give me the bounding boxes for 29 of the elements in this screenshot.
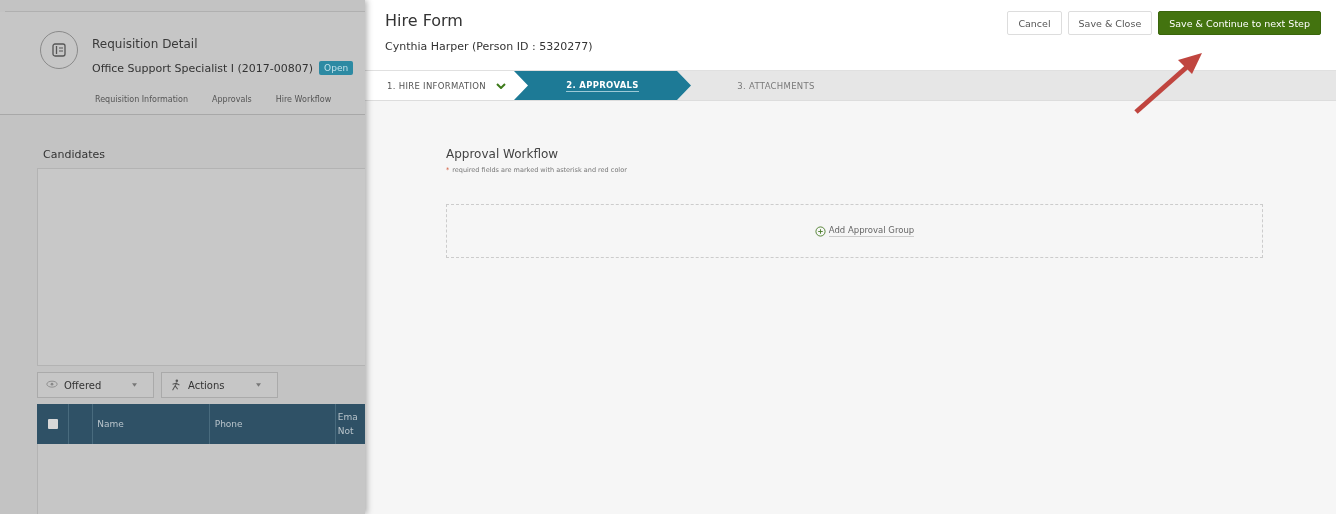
secondary-button[interactable]: Save & Close [1067,11,1153,35]
secondary-button[interactable]: Cancel [1007,11,1062,35]
select-all-checkbox[interactable] [47,419,58,429]
add-group-link[interactable]: Add Approval Group [814,225,915,237]
requisition-name: Office Support Specialist I (2017-00807) [92,61,314,75]
filter-dropdown[interactable]: Offered [37,372,154,398]
page-title: Requisition Detail [92,37,199,52]
check-icon [496,82,506,89]
person-subtitle: Cynthia Harper (Person ID : 5320277) [385,40,593,53]
status-badge: Open [319,61,354,76]
running-person-icon [170,379,182,391]
continue-button[interactable]: Save & Continue to next Step [1158,11,1321,35]
nav-link[interactable]: Approvals [212,95,252,105]
eye-icon [46,379,58,391]
wizard-step[interactable]: 2. APPROVALS [514,71,691,100]
caret-icon [256,383,261,387]
wizard-step[interactable]: 1. HIRE INFORMATION [365,71,528,100]
section-title: Candidates [43,148,106,163]
plus-icon [814,225,826,237]
filter-dropdown[interactable]: Actions [161,372,278,398]
nav-link[interactable]: Requisition Information [95,95,189,105]
caret-icon [132,383,137,387]
nav-link[interactable]: Hire Workflow [275,95,332,105]
form-title: Hire Form [385,11,464,30]
column-header[interactable]: Name [97,419,124,429]
annotation-arrow [1134,53,1202,114]
column-header[interactable]: Ema Not [337,410,360,438]
column-header[interactable]: Phone [214,419,243,429]
section-title: Approval Workflow [446,147,560,161]
